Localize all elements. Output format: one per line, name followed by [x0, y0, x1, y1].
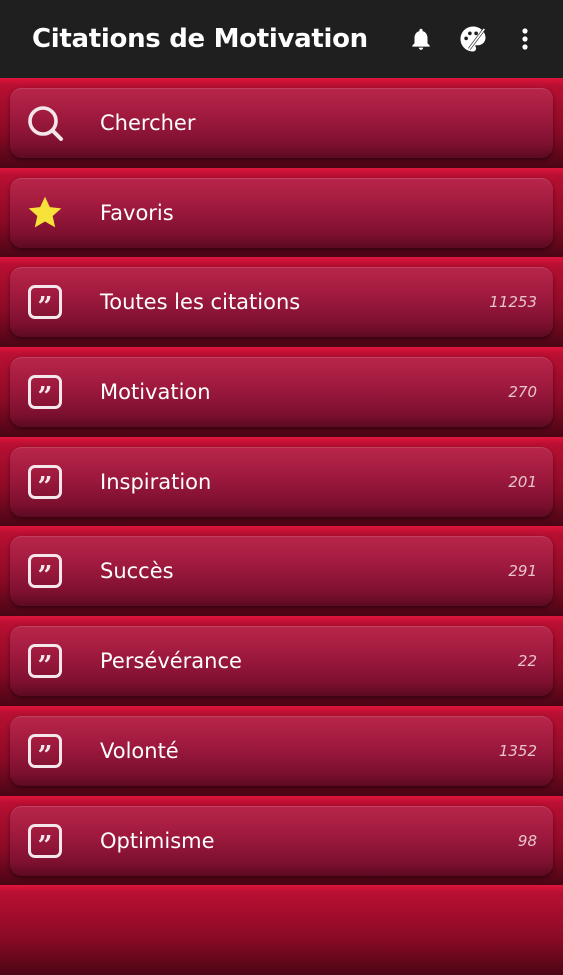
search-icon: [24, 102, 66, 144]
quote-icon: ”: [24, 281, 66, 323]
app-title: Citations de Motivation: [32, 24, 368, 54]
quote-icon: ”: [24, 550, 66, 592]
star-icon: [24, 192, 66, 234]
menu-item-toutes-les-citations[interactable]: ” Toutes les citations 11253: [10, 267, 553, 338]
palette-icon[interactable]: [453, 19, 493, 59]
partial-list-row: [0, 885, 563, 975]
menu-item-label: Persévérance: [100, 649, 242, 674]
menu-item-label: Optimisme: [100, 828, 215, 853]
app-bar: Citations de Motivation: [0, 0, 563, 78]
menu-item-perseverance[interactable]: ” Persévérance 22: [10, 626, 553, 697]
menu-item-count: 22: [517, 652, 537, 671]
menu-item-label: Toutes les citations: [100, 290, 301, 315]
menu-item-count: 270: [508, 383, 537, 402]
bell-icon[interactable]: [401, 19, 441, 59]
menu-item-count: 98: [517, 831, 537, 850]
quote-icon: ”: [24, 371, 66, 413]
menu-item-chercher[interactable]: Chercher: [10, 88, 553, 158]
quote-icon: ”: [24, 730, 66, 772]
menu-item-inspiration[interactable]: ” Inspiration 201: [10, 446, 553, 517]
menu-item-volonte[interactable]: ” Volonté 1352: [10, 715, 553, 786]
menu-item-count: 11253: [489, 293, 537, 312]
menu-item-count: 201: [508, 472, 537, 491]
menu-item-favoris[interactable]: Favoris: [10, 177, 553, 248]
menu-item-label: Favoris: [100, 200, 174, 225]
menu-item-label: Motivation: [100, 380, 211, 405]
quote-icon: ”: [24, 640, 66, 682]
quote-icon: ”: [24, 461, 66, 503]
quote-icon: ”: [24, 820, 66, 862]
menu-item-label: Volonté: [100, 738, 179, 763]
menu-item-motivation[interactable]: ” Motivation 270: [10, 357, 553, 428]
menu-item-count: 1352: [498, 741, 537, 760]
more-vert-icon[interactable]: [505, 19, 545, 59]
menu-item-label: Succès: [100, 559, 174, 584]
menu-item-optimisme[interactable]: ” Optimisme 98: [10, 805, 553, 876]
menu-item-count: 291: [508, 562, 537, 581]
menu-item-succes[interactable]: ” Succès 291: [10, 536, 553, 607]
menu-item-label: Chercher: [100, 111, 196, 135]
menu-item-label: Inspiration: [100, 469, 212, 494]
category-list: Chercher Favoris ” Toutes les citations …: [0, 78, 563, 975]
